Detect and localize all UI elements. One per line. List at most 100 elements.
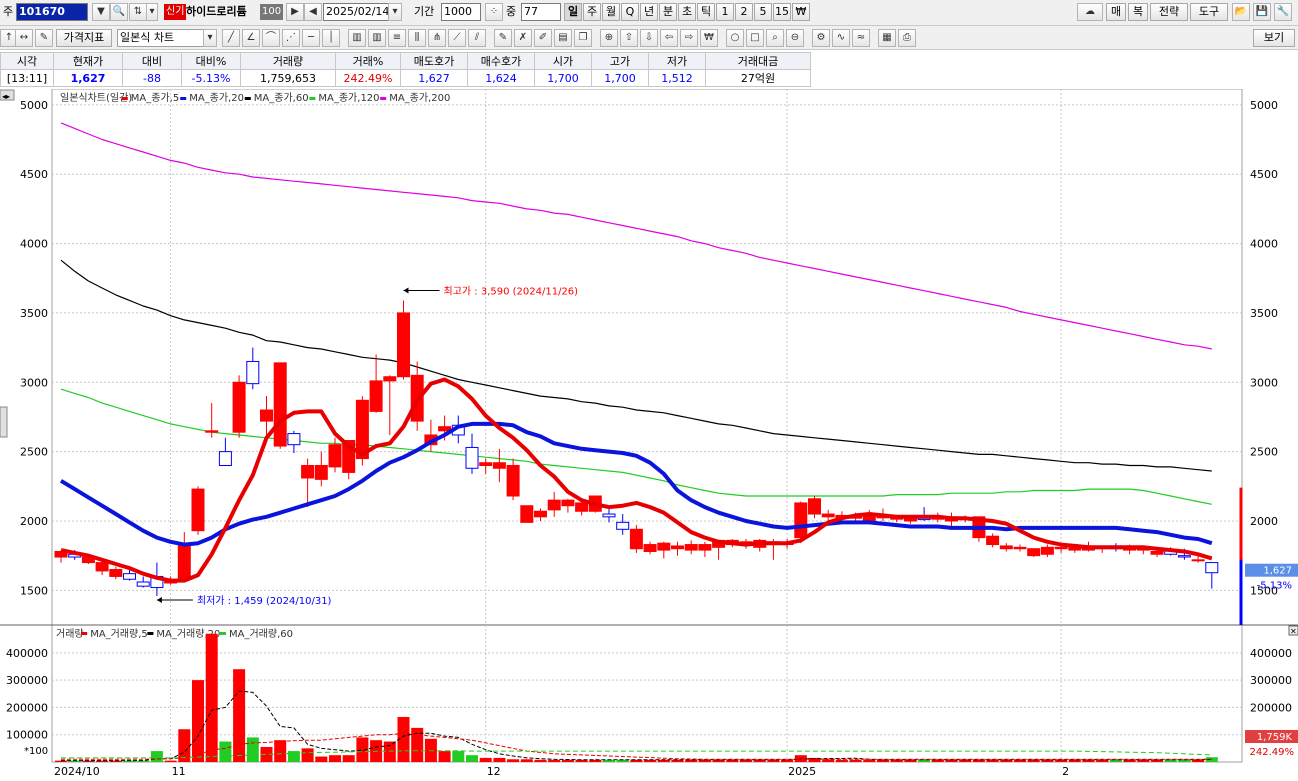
period-input[interactable]: 1000: [441, 3, 481, 21]
print-icon[interactable]: ⎙: [898, 29, 916, 47]
candle-body: [301, 464, 315, 479]
settings-tool-icon[interactable]: ⚙: [812, 29, 830, 47]
note-tool-icon[interactable]: ▤: [554, 29, 572, 47]
grid-view-icon[interactable]: ▦: [878, 29, 896, 47]
toolbar-button[interactable]: 전략: [1150, 3, 1188, 21]
mid-input[interactable]: 77: [521, 3, 561, 21]
price-tool-icon[interactable]: ₩: [700, 29, 718, 47]
candle-body: [109, 569, 123, 577]
quote-header-row: 시각 현재가 대비 대비% 거래량 거래% 매도호가 매수호가 시가 고가 저가 거래대금: [0, 52, 811, 70]
interval-button[interactable]: 분: [659, 3, 677, 21]
next-icon[interactable]: ▶: [286, 3, 304, 21]
parallel-tool-icon[interactable]: ⫽: [468, 29, 486, 47]
interval-button[interactable]: 2: [735, 3, 753, 21]
interval-button[interactable]: 5: [754, 3, 772, 21]
period-label: 기간: [414, 5, 435, 18]
margin-badge: 100: [260, 4, 284, 20]
price-axis-label-left: 4500: [20, 168, 48, 181]
quote-value-cell: 1,624: [467, 69, 535, 87]
code-dropdown-icon[interactable]: ▼: [92, 3, 110, 21]
channel-tool-icon[interactable]: ⫼: [408, 29, 426, 47]
quote-header-cell: 고가: [591, 52, 649, 70]
search-icon[interactable]: 🔍: [110, 3, 128, 21]
interval-button[interactable]: 1: [716, 3, 734, 21]
line-tool-icon[interactable]: ╱: [222, 29, 240, 47]
chart-type-dropdown-icon[interactable]: ▾: [203, 29, 217, 47]
interval-button[interactable]: Q: [621, 3, 639, 21]
grid-tool-icon[interactable]: ▥: [348, 29, 366, 47]
price-axis-label-left: 5000: [20, 99, 48, 112]
quote-header-cell: 시가: [534, 52, 592, 70]
circle-tool-icon[interactable]: ○: [726, 29, 744, 47]
interval-button[interactable]: 초: [678, 3, 696, 21]
sort-dropdown-icon[interactable]: ▾: [146, 3, 158, 21]
toolbar-button[interactable]: 매: [1106, 3, 1126, 21]
candle-body: [821, 513, 835, 518]
quote-value-row: [13:11] 1,627 -88 -5.13% 1,759,653 242.49% 1,6…: [0, 69, 811, 87]
chart-area[interactable]: 1500 1500 2000 2000 2500 2500 3000 3000 3500 3500…: [0, 88, 1298, 778]
chart-type-select[interactable]: 일본식 차트: [117, 29, 205, 47]
bars-tool-icon[interactable]: ▥: [368, 29, 386, 47]
crosshair-icon[interactable]: ⊕: [600, 29, 618, 47]
arc-tool-icon[interactable]: ⌒: [262, 29, 280, 47]
volume-legend-item: 거래량: [56, 628, 84, 640]
volume-bar: [301, 748, 314, 762]
copy-tool-icon[interactable]: ❐: [574, 29, 592, 47]
interval-button[interactable]: 일: [564, 3, 582, 21]
stock-code-input[interactable]: 101670: [16, 3, 88, 21]
stock-chart[interactable]: 1500 15002000 20002500 25003000 30003500 3500…: [0, 88, 1298, 778]
fork-tool-icon[interactable]: ⋔: [428, 29, 446, 47]
volume-bar: [205, 633, 218, 762]
volume-bar: [342, 755, 355, 762]
quote-header-cell: 거래대금: [705, 52, 811, 70]
save-icon[interactable]: 💾: [1253, 3, 1271, 21]
grid-icon[interactable]: ⁘: [485, 3, 503, 21]
interval-button[interactable]: ₩: [792, 3, 810, 21]
toolbar-button[interactable]: 도구: [1190, 3, 1228, 21]
zoom-tool-icon[interactable]: ⌕: [766, 29, 784, 47]
edit-icon[interactable]: ✎: [35, 29, 53, 47]
expand-icon[interactable]: ↔: [15, 29, 33, 47]
marker-tool-icon[interactable]: ✐: [534, 29, 552, 47]
interval-button[interactable]: 15: [773, 3, 791, 21]
indicator-button[interactable]: 가격지표: [56, 29, 112, 47]
vline-tool-icon[interactable]: │: [322, 29, 340, 47]
zoom-out-tool-icon[interactable]: ⊖: [786, 29, 804, 47]
panel-splitter-handle[interactable]: [0, 406, 8, 438]
price-axis-label-right: 3000: [1250, 376, 1278, 389]
arrow-right-tool-icon[interactable]: ⇨: [680, 29, 698, 47]
eraser-tool-icon[interactable]: ✗: [514, 29, 532, 47]
volume-axis-label-left: 200000: [6, 701, 48, 714]
regression-tool-icon[interactable]: ⟋: [448, 29, 466, 47]
interval-button[interactable]: 월: [602, 3, 620, 21]
interval-button[interactable]: 년: [640, 3, 658, 21]
sort-icon[interactable]: ⇅: [129, 3, 147, 21]
angle-tool-icon[interactable]: ∠: [242, 29, 260, 47]
rect-tool-icon[interactable]: □: [746, 29, 764, 47]
lines-tool-icon[interactable]: ≡: [388, 29, 406, 47]
fan-tool-icon[interactable]: ⋰: [282, 29, 300, 47]
volume-bar: [192, 680, 204, 762]
interval-button[interactable]: 주: [583, 3, 601, 21]
toolbar-button[interactable]: 복: [1128, 3, 1148, 21]
hline-tool-icon[interactable]: ─: [302, 29, 320, 47]
prev-icon[interactable]: ◀: [304, 3, 322, 21]
interval-button[interactable]: 틱: [697, 3, 715, 21]
arrow-left-tool-icon[interactable]: ⇦: [660, 29, 678, 47]
wave2-tool-icon[interactable]: ≈: [852, 29, 870, 47]
arrow-down-tool-icon[interactable]: ⇩: [640, 29, 658, 47]
view-button[interactable]: 보기: [1253, 29, 1295, 47]
date-input[interactable]: 2025/02/14: [323, 3, 389, 21]
wrench-icon[interactable]: 🔧: [1274, 3, 1292, 21]
volume-bar: [863, 759, 876, 762]
cloud-icon[interactable]: ☁: [1077, 3, 1103, 21]
pen-tool-icon[interactable]: ✎: [494, 29, 512, 47]
arrow-up-tool-icon[interactable]: ⇧: [620, 29, 638, 47]
calendar-dropdown-icon[interactable]: ▾: [388, 3, 402, 21]
volume-axis-label-right: 200000: [1250, 701, 1292, 714]
quote-value-cell: 1,512: [648, 69, 706, 87]
folder-open-icon[interactable]: 📂: [1232, 3, 1250, 21]
wave-tool-icon[interactable]: ∿: [832, 29, 850, 47]
candle-body: [328, 444, 342, 468]
price-axis-label-left: 2500: [20, 446, 48, 459]
